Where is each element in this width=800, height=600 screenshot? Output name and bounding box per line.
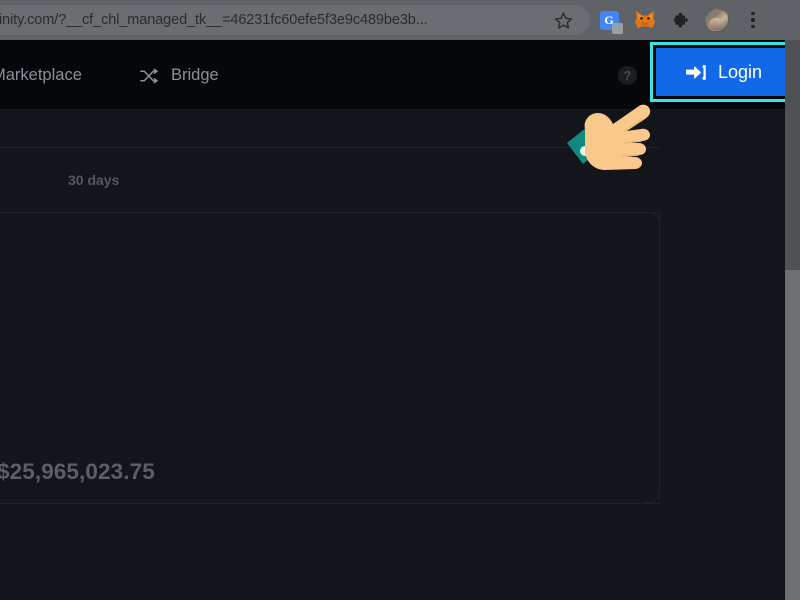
- scrollbar-thumb[interactable]: [785, 40, 800, 270]
- total-volume-amount: $25,965,023.75: [0, 459, 155, 484]
- help-icon[interactable]: ?: [618, 66, 637, 85]
- nav-bridge-label: Bridge: [171, 66, 219, 84]
- nav-item-marketplace[interactable]: Marketplace: [0, 66, 82, 85]
- content-divider-middle: [0, 212, 660, 213]
- browser-toolbar: einfinity.com/?__cf_chl_managed_tk__=462…: [0, 0, 800, 40]
- card-corner-bottom-right: [645, 488, 660, 503]
- shuffle-icon: [140, 68, 159, 84]
- bookmark-star-icon[interactable]: [552, 9, 574, 31]
- nav-marketplace-label: Marketplace: [0, 66, 82, 84]
- login-button[interactable]: Login: [656, 48, 792, 96]
- content-divider-bottom: [0, 503, 660, 504]
- metamask-fox-icon[interactable]: [632, 7, 658, 33]
- content-divider-top: [0, 147, 660, 148]
- screenshot-root: einfinity.com/?__cf_chl_managed_tk__=462…: [0, 0, 800, 600]
- address-bar-url: einfinity.com/?__cf_chl_managed_tk__=462…: [0, 12, 428, 28]
- card-right-border: [659, 212, 660, 503]
- time-range-30-days[interactable]: 30 days: [68, 172, 119, 188]
- help-icon-label: ?: [623, 68, 632, 83]
- google-translate-icon[interactable]: G: [596, 7, 623, 34]
- extension-icon-row: G: [596, 0, 766, 40]
- dashboard-content: 30 days $25,965,023.75: [0, 109, 785, 600]
- login-arrow-icon: [686, 63, 707, 82]
- extensions-puzzle-icon[interactable]: [668, 7, 694, 33]
- profile-avatar-icon[interactable]: [704, 7, 730, 33]
- chrome-menu-icon[interactable]: [740, 7, 766, 33]
- nav-item-bridge[interactable]: Bridge: [140, 66, 219, 85]
- vertical-scrollbar[interactable]: [785, 40, 800, 600]
- login-button-label: Login: [717, 61, 763, 82]
- address-bar[interactable]: einfinity.com/?__cf_chl_managed_tk__=462…: [0, 5, 590, 35]
- card-corner-top-right: [645, 212, 660, 227]
- page-viewport: Marketplace Bridge ? 30 days $25,965,023…: [0, 40, 785, 600]
